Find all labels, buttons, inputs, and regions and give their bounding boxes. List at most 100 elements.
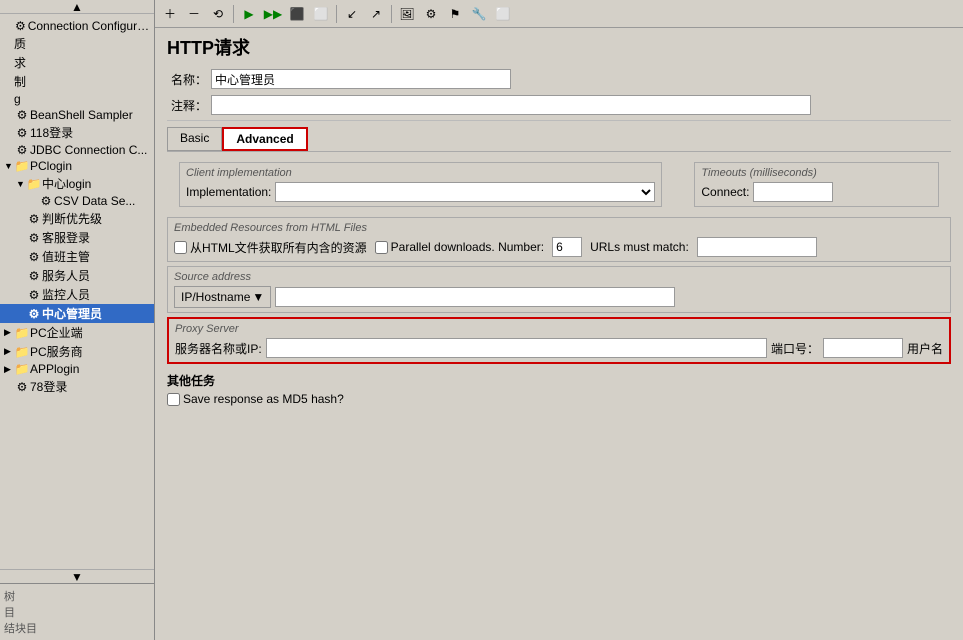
sidebar-item-csv-data[interactable]: ⚙CSV Data Se... [0,193,154,209]
toolbar-icon5-btn[interactable]: ⬜ [492,3,514,25]
toolbar-icon4-btn[interactable]: 🔧 [468,3,490,25]
node-label: BeanShell Sampler [30,108,133,122]
node-icon: 📁 [14,159,30,173]
sidebar-item-beanshell[interactable]: ⚙BeanShell Sampler [0,107,154,123]
node-icon: ⚙ [26,288,42,302]
sidebar-item-applogin[interactable]: ▶📁APPlogin [0,361,154,377]
source-type-btn[interactable]: IP/Hostname ▼ [174,286,271,308]
node-icon: ⚙ [26,250,42,264]
embedded-resources-section: Embedded Resources from HTML Files 从HTML… [167,217,951,262]
toolbar-icon3-btn[interactable]: ⚑ [444,3,466,25]
checkbox2[interactable] [375,241,388,254]
toolbar-copy-btn[interactable]: ⟲ [207,3,229,25]
urls-must-match-input[interactable] [697,237,817,257]
sep-line [167,120,951,121]
node-label: PC企业端 [30,324,83,341]
sidebar-item-item2[interactable]: 求 [0,53,154,72]
node-label: Connection Configuration [28,19,152,33]
sidebar-item-zhongxin-admin[interactable]: ⚙中心管理员 [0,304,154,323]
scroll-down-btn[interactable]: ▼ [0,569,154,583]
impl-row: Implementation: HttpClient3.1 HttpClient… [186,182,655,202]
toolbar-sep3 [391,5,392,23]
checkbox2-label[interactable]: Parallel downloads. Number: [375,240,544,254]
proxy-port-input[interactable] [823,338,903,358]
name-input[interactable] [211,69,511,89]
sidebar-item-conn-config[interactable]: ⚙Connection Configuration [0,18,154,34]
toolbar-nav-fwd-btn[interactable]: ↗ [365,3,387,25]
node-icon: ⚙ [14,108,30,122]
node-icon: 📁 [26,177,42,191]
tab-advanced[interactable]: Advanced [222,127,307,151]
sidebar-item-fuwurenyuan[interactable]: ⚙服务人员 [0,266,154,285]
node-label: 判断优先级 [42,210,102,227]
toolbar-icon2-btn[interactable]: ⚙ [420,3,442,25]
proxy-server-input[interactable] [266,338,767,358]
tab-basic[interactable]: Basic [167,127,222,151]
main-layout: ▲ ⚙Connection Configuration质求制g⚙BeanShel… [0,0,963,640]
sidebar-bottom-item3: 结块目 [4,620,150,636]
sidebar-item-item1[interactable]: 质 [0,34,154,53]
toolbar-run-btn[interactable]: ▶ [238,3,260,25]
sidebar-item-pc-service[interactable]: ▶📁PC服务商 [0,342,154,361]
source-address-title: Source address [174,271,944,283]
sidebar-item-zhongxin-login[interactable]: ▼📁中心login [0,174,154,193]
sidebar-item-login78[interactable]: ⚙78登录 [0,377,154,396]
toolbar-sep2 [336,5,337,23]
source-value-input[interactable] [275,287,675,307]
sidebar-item-panyou[interactable]: ⚙判断优先级 [0,209,154,228]
node-label: 客服登录 [42,229,90,246]
node-icon: ⚙ [14,380,30,394]
node-icon: ⚙ [13,19,28,33]
impl-select[interactable]: HttpClient3.1 HttpClient4 Java [275,182,655,202]
node-icon: ⚙ [26,307,42,321]
two-col-section: Client implementation Implementation: Ht… [167,158,951,211]
expand-icon: ▼ [16,179,26,189]
toolbar-nav-back-btn[interactable]: ↙ [341,3,363,25]
sidebar-item-pc-enterprise[interactable]: ▶📁PC企业端 [0,323,154,342]
connect-input[interactable] [753,182,833,202]
scroll-up-btn[interactable]: ▲ [0,0,154,14]
save-md5-checkbox[interactable] [167,393,180,406]
tab-bar: Basic Advanced [155,123,963,151]
parallel-number-input[interactable] [552,237,582,257]
expand-icon: ▼ [4,161,14,171]
checkbox1-label[interactable]: 从HTML文件获取所有内含的资源 [174,239,367,256]
embedded-row: 从HTML文件获取所有内含的资源 Parallel downloads. Num… [174,237,944,257]
sidebar-item-pclogin[interactable]: ▼📁PClogin [0,158,154,174]
other-tasks-section: 其他任务 Save response as MD5 hash? [167,368,951,410]
node-label: 监控人员 [42,286,90,303]
client-impl-title: Client implementation [186,167,655,179]
node-label: CSV Data Se... [54,194,135,208]
sidebar-item-item3[interactable]: 制 [0,72,154,91]
save-md5-label[interactable]: Save response as MD5 hash? [167,392,951,406]
sidebar-item-item4[interactable]: g [0,91,154,107]
embedded-title: Embedded Resources from HTML Files [174,222,944,234]
node-label: JDBC Connection C... [30,143,147,157]
sidebar-item-jdbc[interactable]: ⚙JDBC Connection C... [0,142,154,158]
node-label: 求 [14,54,26,71]
toolbar-run-all-btn[interactable]: ▶▶ [262,3,284,25]
comment-input[interactable] [211,95,811,115]
checkbox1[interactable] [174,241,187,254]
toolbar-stop-btn[interactable]: ⬛ [286,3,308,25]
sidebar-item-jiankong[interactable]: ⚙监控人员 [0,285,154,304]
node-label: 质 [14,35,26,52]
sidebar-item-zhuzhu[interactable]: ⚙值班主管 [0,247,154,266]
node-label: 中心管理员 [42,305,102,322]
proxy-server-section: Proxy Server 服务器名称或IP: 端口号： 用户名 [167,317,951,364]
toolbar-remove-btn[interactable]: － [183,3,205,25]
toolbar-add-btn[interactable]: ＋ [159,3,181,25]
client-impl-section: Client implementation Implementation: Ht… [179,162,662,207]
node-label: 中心login [42,175,91,192]
expand-icon: ▶ [4,364,14,375]
save-md5-text: Save response as MD5 hash? [183,392,344,406]
source-row: IP/Hostname ▼ [174,286,944,308]
sidebar-item-kehu-login[interactable]: ⚙客服登录 [0,228,154,247]
expand-icon: ▶ [4,327,14,338]
toolbar-stop2-btn[interactable]: ⬜ [310,3,332,25]
toolbar-icon1-btn[interactable]: 🖼 [396,3,418,25]
sidebar-item-login118[interactable]: ⚙118登录 [0,123,154,142]
right-panel: ＋ － ⟲ ▶ ▶▶ ⬛ ⬜ ↙ ↗ 🖼 ⚙ ⚑ 🔧 ⬜ HTTP请求 名称： [155,0,963,640]
proxy-row: 服务器名称或IP: 端口号： 用户名 [175,338,943,358]
proxy-server-label: 服务器名称或IP: [175,340,262,357]
